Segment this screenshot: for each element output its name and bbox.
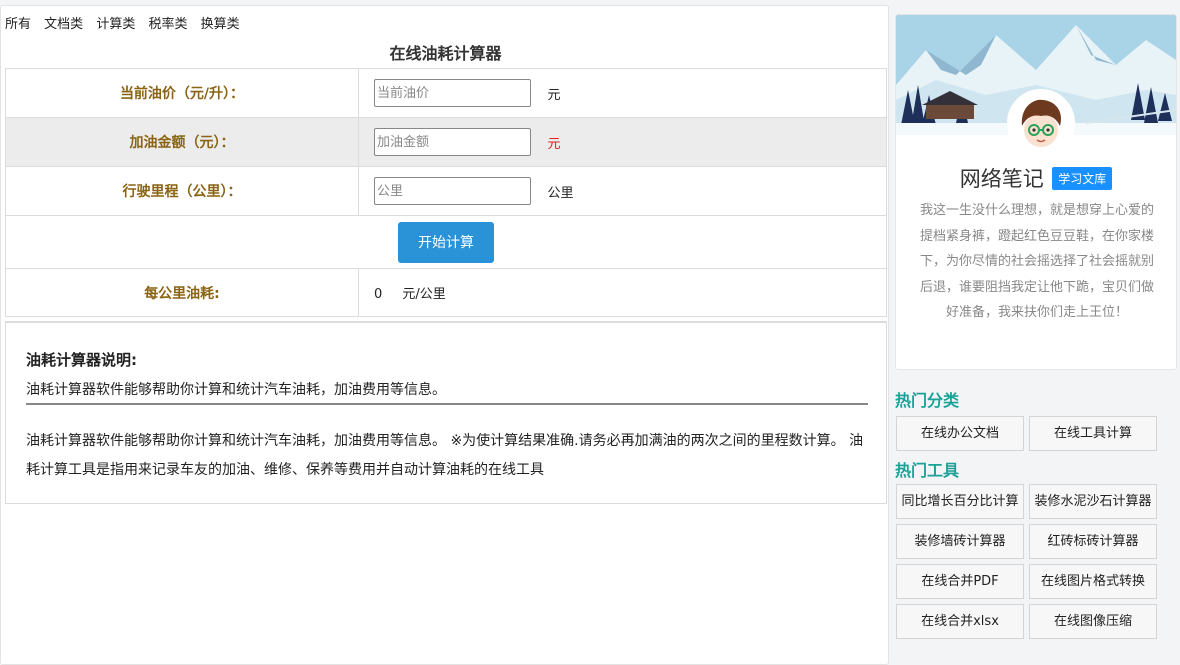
category-tag[interactable]: 在线工具计算 xyxy=(1029,416,1157,451)
category-nav: 所有 文档类 计算类 税率类 换算类 xyxy=(5,13,249,32)
distance-unit: 公里 xyxy=(547,185,574,201)
tool-tag[interactable]: 在线图像压缩 xyxy=(1029,604,1157,639)
nav-item-convert[interactable]: 换算类 xyxy=(201,17,240,32)
page-title: 在线油耗计算器 xyxy=(389,44,502,63)
profile-badge[interactable]: 学习文库 xyxy=(1052,166,1113,190)
hot-categories-title: 热门分类 xyxy=(895,391,960,410)
distance-input[interactable] xyxy=(374,177,531,205)
calculate-button[interactable]: 开始计算 xyxy=(398,221,494,263)
distance-label: 行驶里程（公里）： xyxy=(5,166,359,216)
avatar[interactable] xyxy=(1007,89,1075,157)
tool-tag[interactable]: 在线合并xlsx xyxy=(896,604,1024,639)
amount-unit: 元 xyxy=(547,136,561,152)
tool-tag[interactable]: 同比增长百分比计算 xyxy=(896,484,1024,519)
nav-item-docs[interactable]: 文档类 xyxy=(44,17,83,32)
tool-tag[interactable]: 装修墙砖计算器 xyxy=(896,524,1024,559)
sidebar: 网络笔记 学习文库 我这一生没什么理想，就是想穿上心爱的提档紧身裤，蹬起红色豆豆… xyxy=(895,14,1177,639)
tool-tag[interactable]: 在线合并PDF xyxy=(896,564,1024,599)
description-heading: 油耗计算器说明: xyxy=(26,351,137,369)
profile-name-row: 网络笔记 学习文库 xyxy=(896,163,1176,193)
amount-input[interactable] xyxy=(374,128,531,156)
nav-item-tax[interactable]: 税率类 xyxy=(148,17,187,32)
profile-name: 网络笔记 xyxy=(959,167,1044,191)
price-label: 当前油价（元/升）： xyxy=(5,68,359,118)
result-unit: 元/公里 xyxy=(402,287,446,302)
result-label: 每公里油耗: xyxy=(5,268,359,317)
profile-bio: 我这一生没什么理想，就是想穿上心爱的提档紧身裤，蹬起红色豆豆鞋，在你家楼下，为你… xyxy=(919,203,1154,320)
price-input[interactable] xyxy=(374,79,531,107)
price-unit: 元 xyxy=(547,87,561,103)
nav-item-calc[interactable]: 计算类 xyxy=(96,17,135,32)
tool-tag[interactable]: 在线图片格式转换 xyxy=(1029,564,1157,599)
tool-tag[interactable]: 红砖标砖计算器 xyxy=(1029,524,1157,559)
amount-label: 加油金额（元）： xyxy=(5,117,359,167)
nav-item-all[interactable]: 所有 xyxy=(5,17,31,32)
hot-tools-title: 热门工具 xyxy=(895,461,960,480)
description-panel: 油耗计算器说明: 油耗计算器软件能够帮助你计算和统计汽车油耗，加油费用等信息。 … xyxy=(5,321,887,504)
main-panel: 所有 文档类 计算类 税率类 换算类 在线油耗计算器 当前油价（元/升）： 元 … xyxy=(0,5,889,665)
description-subtitle: 油耗计算器软件能够帮助你计算和统计汽车油耗，加油费用等信息。 xyxy=(26,382,446,398)
result-value: 0 xyxy=(374,287,383,302)
category-tag[interactable]: 在线办公文档 xyxy=(896,416,1024,451)
description-body: 油耗计算器软件能够帮助你计算和统计汽车油耗，加油费用等信息。 ※为使计算结果准确… xyxy=(26,433,864,478)
calculator-form: 当前油价（元/升）： 元 加油金额（元）： 元 行驶里程（公里）： 公里 开始计… xyxy=(5,68,887,317)
divider xyxy=(26,403,868,405)
profile-card: 网络笔记 学习文库 我这一生没什么理想，就是想穿上心爱的提档紧身裤，蹬起红色豆豆… xyxy=(895,14,1177,370)
tool-tag[interactable]: 装修水泥沙石计算器 xyxy=(1029,484,1157,519)
